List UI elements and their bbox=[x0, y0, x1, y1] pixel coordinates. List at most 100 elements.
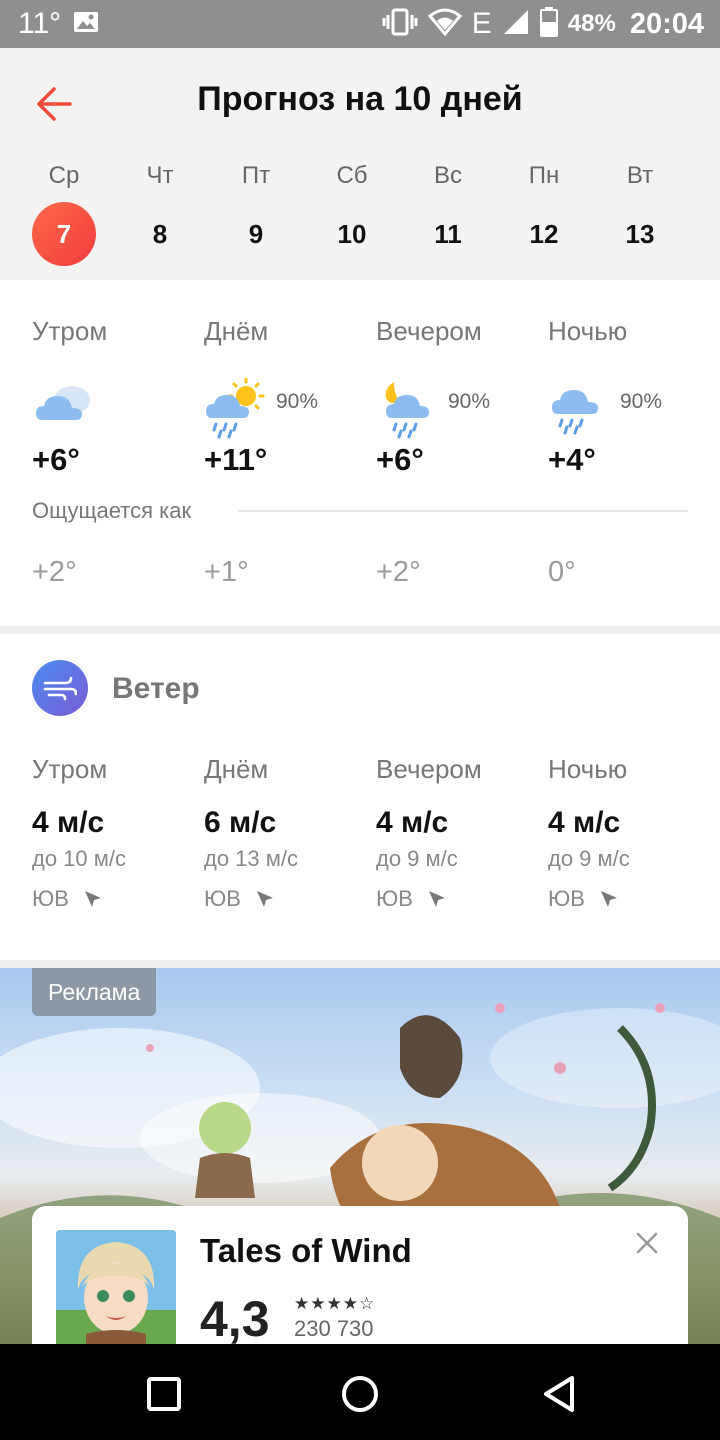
wind-part-label: Утром bbox=[32, 754, 204, 785]
day-part-night: Ночью 90% +4° bbox=[548, 316, 720, 477]
day-part-label: Ночью bbox=[548, 754, 628, 784]
day-number: 11 bbox=[434, 218, 462, 249]
day-selector: Ср 7 Чт 8 Пт 9 Сб 10 Вс 11 Пн 12 Вт 13 bbox=[16, 160, 688, 266]
day-name: Чт bbox=[146, 162, 174, 189]
ad-app-card[interactable]: Tales of Wind 4,3 ★★★★☆ 230 730 bbox=[32, 1206, 688, 1344]
recent-apps-icon bbox=[147, 1377, 181, 1411]
day-number: 13 bbox=[625, 218, 655, 249]
wind-direction: ЮВ bbox=[548, 886, 619, 912]
signal-icon bbox=[502, 8, 530, 41]
day-number: 8 bbox=[152, 218, 168, 249]
day-name: Пн bbox=[528, 162, 560, 189]
day-part-label: Утром bbox=[32, 316, 108, 346]
day-tab[interactable]: Вс 11 bbox=[400, 160, 496, 266]
temperature-value: +6° bbox=[32, 442, 80, 477]
wind-direction-label: ЮВ bbox=[204, 886, 241, 911]
app-name: Tales of Wind bbox=[200, 1232, 412, 1269]
section-divider bbox=[0, 960, 720, 968]
wind-direction-label: ЮВ bbox=[376, 886, 413, 911]
day-tab[interactable]: Ср 7 bbox=[16, 160, 112, 266]
wind-part-label: Вечером bbox=[376, 754, 548, 785]
recent-apps-button[interactable] bbox=[144, 1374, 184, 1414]
divider bbox=[238, 510, 688, 512]
ad-label: Реклама bbox=[32, 968, 157, 1016]
precipitation-probability: 90% bbox=[448, 390, 491, 413]
wind-direction: ЮВ bbox=[32, 886, 103, 912]
day-number: 10 bbox=[337, 218, 367, 249]
direction-arrow-icon bbox=[428, 891, 445, 907]
home-icon bbox=[342, 1376, 378, 1412]
back-icon bbox=[544, 1376, 574, 1412]
feels-like-value: +1° bbox=[204, 556, 249, 588]
rating-stars: ★★★★☆ bbox=[294, 1294, 376, 1313]
wind-direction: ЮВ bbox=[204, 886, 275, 912]
wind-icon bbox=[32, 660, 88, 716]
day-part-label: Утром bbox=[32, 754, 108, 784]
wind-speed: 4 м/с bbox=[376, 806, 449, 839]
wind-direction-label: ЮВ bbox=[548, 886, 585, 911]
forecast-header: Прогноз на 10 дней Ср 7 Чт 8 Пт 9 Сб 10 … bbox=[0, 48, 720, 280]
wind-gust: до 10 м/с bbox=[32, 846, 127, 871]
navigation-bar bbox=[0, 1344, 720, 1440]
temperature-value: +6° bbox=[376, 442, 424, 477]
day-part-label: Днём bbox=[204, 316, 269, 346]
wind-gust: до 13 м/с bbox=[204, 846, 299, 871]
day-tab[interactable]: Пн 12 bbox=[496, 160, 592, 266]
temperature-value: +4° bbox=[548, 442, 596, 477]
cloudy-icon bbox=[32, 378, 96, 435]
day-part-label: Вечером bbox=[376, 316, 482, 346]
day-part-label: Вечером bbox=[376, 754, 482, 784]
feels-like-value: +2° bbox=[376, 556, 421, 588]
wind-direction: ЮВ bbox=[376, 886, 447, 912]
direction-arrow-icon bbox=[256, 891, 273, 907]
temperature-value: +11° bbox=[204, 442, 268, 477]
day-name: Пт bbox=[241, 162, 271, 189]
day-part-day: Днём 90% +11° bbox=[204, 316, 376, 477]
feels-like-value: 0° bbox=[548, 556, 576, 588]
day-number: 12 bbox=[529, 218, 559, 249]
precipitation-probability: 90% bbox=[620, 390, 663, 413]
close-button[interactable] bbox=[632, 1228, 662, 1258]
wifi-icon bbox=[427, 8, 462, 41]
day-parts-card: Утром +6° Днём 90% +11° Вечером 90% +6° … bbox=[0, 280, 720, 626]
day-name: Вт bbox=[626, 162, 654, 189]
back-nav-button[interactable] bbox=[540, 1374, 580, 1414]
day-part-morning: Утром +6° bbox=[32, 316, 204, 477]
vibrate-icon bbox=[382, 8, 418, 41]
wind-gust: до 9 м/с bbox=[548, 846, 630, 871]
wind-part-label: Ночью bbox=[548, 754, 720, 785]
day-tab[interactable]: Чт 8 bbox=[112, 160, 208, 266]
cloud-rain-icon bbox=[548, 378, 610, 445]
day-tab[interactable]: Вт 13 bbox=[592, 160, 688, 266]
network-type-label: E bbox=[471, 7, 492, 40]
status-time: 20:04 bbox=[629, 7, 704, 40]
day-name: Вс bbox=[433, 162, 462, 189]
day-tab[interactable]: Пт 9 bbox=[208, 160, 304, 266]
day-tab[interactable]: Сб 10 bbox=[304, 160, 400, 266]
wind-direction-label: ЮВ bbox=[32, 886, 69, 911]
day-name: Ср bbox=[48, 162, 80, 189]
app-rating: 4,3 bbox=[200, 1291, 270, 1344]
advertisement-banner[interactable]: Реклама Tales of Wind 4,3 ★★★★☆ 230 730 bbox=[0, 968, 720, 1344]
battery-icon bbox=[539, 6, 558, 42]
feels-like-value: +2° bbox=[32, 556, 77, 588]
day-number: 9 bbox=[248, 218, 264, 249]
home-button[interactable] bbox=[340, 1374, 380, 1414]
day-part-evening: Вечером 90% +6° bbox=[376, 316, 548, 477]
direction-arrow-icon bbox=[84, 891, 101, 907]
wind-speed: 6 м/с bbox=[204, 806, 277, 839]
day-part-label: Днём bbox=[204, 754, 269, 784]
close-icon bbox=[636, 1232, 658, 1254]
wind-gust: до 9 м/с bbox=[376, 846, 458, 871]
status-bar: 11° E 48% 20:04 bbox=[0, 0, 720, 48]
battery-percent: 48% bbox=[567, 10, 616, 37]
wind-speed: 4 м/с bbox=[548, 806, 621, 839]
page-title: Прогноз на 10 дней bbox=[197, 80, 523, 118]
image-icon bbox=[73, 10, 99, 39]
day-number: 7 bbox=[32, 202, 96, 266]
wind-speed: 4 м/с bbox=[32, 806, 105, 839]
wind-card: Ветер Утром Днём Вечером Ночью 4 м/с 6 м… bbox=[0, 634, 720, 960]
status-temperature: 11° bbox=[18, 7, 62, 40]
moon-cloud-rain-icon bbox=[376, 378, 442, 445]
sun-cloud-rain-icon bbox=[204, 377, 270, 445]
